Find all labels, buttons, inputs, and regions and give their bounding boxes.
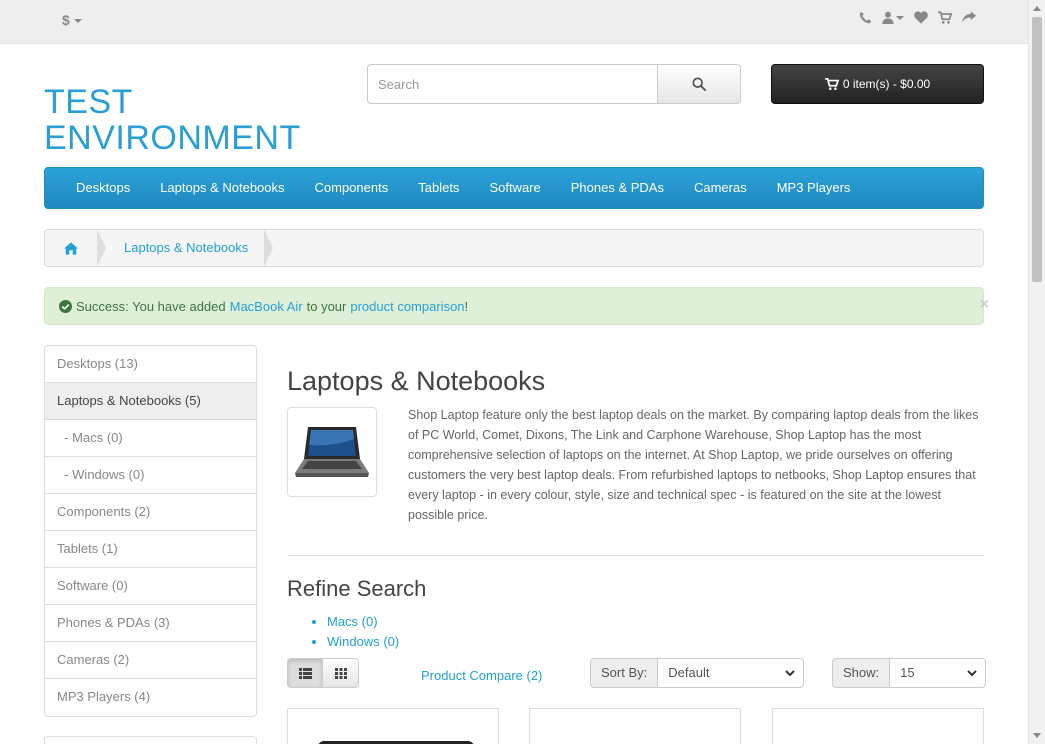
- share-icon[interactable]: [962, 11, 976, 24]
- sort-value: Default: [668, 665, 710, 680]
- cart-icon[interactable]: [938, 11, 952, 24]
- grid-icon: [334, 667, 347, 679]
- menu-item-phones[interactable]: Phones & PDAs: [556, 168, 679, 208]
- product-card[interactable]: [287, 708, 499, 744]
- sidebar-item-mp3[interactable]: MP3 Players (4): [45, 679, 256, 716]
- refine-link-macs[interactable]: Macs (0): [327, 614, 378, 629]
- sidebar-panel: [44, 736, 257, 744]
- product-card[interactable]: [772, 708, 984, 744]
- check-circle-icon: [59, 299, 72, 313]
- product-card[interactable]: [529, 708, 741, 744]
- sort-label: Sort By:: [590, 658, 658, 688]
- sidebar-item-windows[interactable]: - Windows (0): [45, 457, 256, 494]
- breadcrumb-current[interactable]: Laptops & Notebooks: [106, 230, 264, 266]
- refine-link-windows[interactable]: Windows (0): [327, 634, 399, 649]
- refine-item-windows: Windows (0): [327, 632, 984, 652]
- main-content: Laptops & Notebooks Shop Laptop feature …: [287, 360, 984, 652]
- sidebar-item-cameras[interactable]: Cameras (2): [45, 642, 256, 679]
- home-breadcrumb[interactable]: [45, 230, 97, 266]
- alert-middle: to your: [306, 298, 347, 314]
- caret-down-icon: [896, 15, 904, 20]
- menu-item-tablets[interactable]: Tablets: [403, 168, 474, 208]
- sidebar-item-software[interactable]: Software (0): [45, 568, 256, 605]
- show-select[interactable]: 15: [889, 658, 987, 688]
- top-links: [859, 11, 976, 24]
- list-view-button[interactable]: [287, 658, 323, 688]
- category-description: Shop Laptop feature only the best laptop…: [408, 408, 979, 522]
- search-button[interactable]: [657, 64, 741, 104]
- cart-total: 0 item(s) - $0.00: [842, 77, 931, 91]
- show-label: Show:: [832, 658, 890, 688]
- scroll-thumb[interactable]: [1032, 17, 1042, 282]
- cart-icon: [824, 78, 839, 90]
- show-value: 15: [900, 665, 915, 680]
- home-icon: [64, 241, 78, 255]
- sidebar-item-macs[interactable]: - Macs (0): [45, 420, 256, 457]
- search-icon: [692, 77, 706, 91]
- product-compare-link[interactable]: Product Compare (2): [421, 668, 542, 683]
- product-toolbar: Product Compare (2) Sort By: Default Sho…: [287, 658, 987, 688]
- category-info: Shop Laptop feature only the best laptop…: [287, 407, 984, 525]
- breadcrumb-separator: [264, 229, 274, 267]
- menu-item-cameras[interactable]: Cameras: [679, 168, 762, 208]
- scroll-down-arrow-icon[interactable]: [1033, 733, 1041, 738]
- breadcrumb: Laptops & Notebooks: [44, 229, 984, 267]
- grid-view-button[interactable]: [323, 658, 359, 688]
- currency-dropdown[interactable]: $: [62, 12, 82, 28]
- menu-item-desktops[interactable]: Desktops: [61, 168, 145, 208]
- phone-icon[interactable]: [859, 11, 872, 24]
- product-grid: [287, 708, 984, 744]
- sidebar-item-desktops[interactable]: Desktops (13): [45, 346, 256, 383]
- user-icon[interactable]: [882, 11, 904, 24]
- chevron-down-icon: [967, 670, 977, 677]
- caret-down-icon: [73, 19, 82, 24]
- currency-symbol: $: [62, 12, 70, 28]
- divider: [287, 555, 984, 556]
- close-icon[interactable]: ×: [980, 296, 989, 314]
- category-image: [287, 407, 377, 497]
- main-menu: Desktops Laptops & Notebooks Components …: [44, 167, 984, 209]
- search-input[interactable]: [367, 64, 657, 104]
- alert-prefix: Success: You have added: [76, 298, 226, 314]
- alert-product-link[interactable]: MacBook Air: [230, 299, 303, 314]
- sort-control: Sort By: Default: [590, 658, 805, 688]
- sidebar-item-laptops[interactable]: Laptops & Notebooks (5): [45, 383, 256, 420]
- store-logo[interactable]: TEST ENVIRONMENT: [44, 84, 304, 156]
- refine-item-macs: Macs (0): [327, 612, 984, 632]
- cart-button[interactable]: 0 item(s) - $0.00: [771, 64, 984, 104]
- sidebar-item-phones[interactable]: Phones & PDAs (3): [45, 605, 256, 642]
- menu-item-components[interactable]: Components: [300, 168, 404, 208]
- refine-list: Macs (0) Windows (0): [327, 612, 984, 652]
- page-scrollbar[interactable]: [1028, 0, 1045, 744]
- sort-select[interactable]: Default: [657, 658, 805, 688]
- menu-item-software[interactable]: Software: [474, 168, 555, 208]
- list-icon: [298, 667, 312, 679]
- menu-item-laptops[interactable]: Laptops & Notebooks: [145, 168, 299, 208]
- alert-suffix: !: [464, 298, 469, 314]
- sidebar-item-tablets[interactable]: Tablets (1): [45, 531, 256, 568]
- show-control: Show: 15: [832, 658, 987, 688]
- chevron-down-icon: [785, 670, 795, 677]
- success-alert: Success: You have added MacBook Air to y…: [44, 287, 989, 325]
- scroll-up-arrow-icon[interactable]: [1033, 6, 1041, 11]
- sidebar-item-components[interactable]: Components (2): [45, 494, 256, 531]
- refine-search-title: Refine Search: [287, 576, 427, 601]
- category-sidebar: Desktops (13) Laptops & Notebooks (5) - …: [44, 345, 257, 717]
- view-toggle: [287, 658, 359, 688]
- page-title: Laptops & Notebooks: [287, 366, 546, 396]
- breadcrumb-separator: [97, 229, 106, 267]
- laptop-image: [295, 427, 369, 477]
- search-bar: [367, 64, 741, 104]
- alert-compare-link[interactable]: product comparison: [350, 299, 464, 314]
- top-bar: $: [0, 0, 1028, 44]
- heart-icon[interactable]: [914, 11, 928, 24]
- menu-item-mp3[interactable]: MP3 Players: [762, 168, 866, 208]
